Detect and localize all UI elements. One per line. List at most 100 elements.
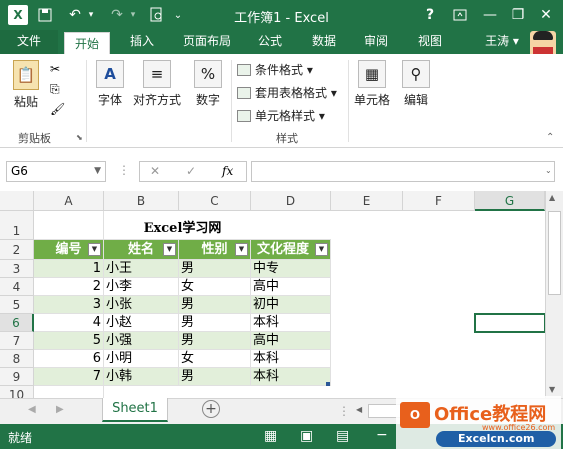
- row-header[interactable]: 6: [0, 314, 34, 332]
- tab-home[interactable]: 开始: [64, 32, 110, 55]
- table-header-cell[interactable]: 编号 ▼: [34, 240, 104, 260]
- select-all[interactable]: [0, 191, 34, 211]
- selected-cell[interactable]: [474, 313, 545, 333]
- row-header[interactable]: 3: [0, 260, 34, 278]
- table-cell[interactable]: 4: [34, 314, 104, 332]
- hscroll-left-icon[interactable]: ◀: [356, 405, 362, 414]
- normal-view-icon[interactable]: ▦: [264, 428, 277, 444]
- redo-icon[interactable]: ↷: [108, 5, 126, 25]
- table-cell[interactable]: 男: [179, 296, 251, 314]
- conditional-format-button[interactable]: 条件格式 ▾: [237, 61, 313, 78]
- table-cell[interactable]: 男: [179, 368, 251, 386]
- row-header[interactable]: 5: [0, 296, 34, 314]
- row-header[interactable]: 10: [0, 386, 34, 398]
- col-header-a[interactable]: A: [34, 191, 104, 211]
- editing-button[interactable]: ⚲ 编辑: [398, 60, 434, 108]
- filter-dropdown-icon[interactable]: ▼: [315, 243, 328, 256]
- tab-data[interactable]: 数据: [304, 30, 344, 54]
- tab-view[interactable]: 视图: [410, 30, 450, 54]
- col-header-g[interactable]: G: [475, 191, 545, 211]
- table-cell[interactable]: 2: [34, 278, 104, 296]
- row-header[interactable]: 2: [0, 240, 34, 260]
- prev-sheet-icon[interactable]: ◀: [28, 404, 36, 415]
- table-cell[interactable]: 小强: [104, 332, 179, 350]
- user-name[interactable]: 王涛 ▾: [477, 30, 527, 54]
- table-cell[interactable]: 本科: [251, 350, 331, 368]
- redo-dropdown-icon[interactable]: ▾: [128, 5, 138, 25]
- minimize-icon[interactable]: —: [480, 5, 500, 25]
- table-cell[interactable]: 初中: [251, 296, 331, 314]
- table-header-cell[interactable]: 文化程度 ▼: [251, 240, 331, 260]
- table-cell[interactable]: 小韩: [104, 368, 179, 386]
- table-cell[interactable]: 男: [179, 332, 251, 350]
- cells-button[interactable]: ▦ 单元格: [352, 60, 392, 108]
- table-cell[interactable]: 6: [34, 350, 104, 368]
- collapse-ribbon-icon[interactable]: ⌃: [546, 132, 554, 143]
- paste-button[interactable]: 📋 粘贴: [8, 60, 44, 110]
- tab-review[interactable]: 审阅: [356, 30, 396, 54]
- table-cell[interactable]: 小李: [104, 278, 179, 296]
- col-header-f[interactable]: F: [403, 191, 475, 211]
- zoom-out-icon[interactable]: −: [376, 427, 388, 443]
- restore-icon[interactable]: ❐: [508, 5, 528, 25]
- table-cell[interactable]: 5: [34, 332, 104, 350]
- table-cell[interactable]: 女: [179, 278, 251, 296]
- vertical-scrollbar[interactable]: ▲ ▼: [545, 191, 563, 398]
- cut-icon[interactable]: ✂: [50, 62, 60, 76]
- row-header[interactable]: 7: [0, 332, 34, 350]
- undo-dropdown-icon[interactable]: ▾: [86, 5, 96, 25]
- table-cell[interactable]: 小明: [104, 350, 179, 368]
- print-preview-icon[interactable]: [148, 5, 166, 25]
- cell-styles-button[interactable]: 单元格样式 ▾: [237, 107, 325, 124]
- sheet-tab-sheet1[interactable]: Sheet1: [102, 398, 168, 422]
- page-break-view-icon[interactable]: ▤: [336, 428, 349, 444]
- tab-file[interactable]: 文件: [0, 30, 58, 54]
- table-cell[interactable]: 3: [34, 296, 104, 314]
- format-painter-icon[interactable]: 🖌: [50, 102, 65, 116]
- filter-dropdown-icon[interactable]: ▼: [88, 243, 101, 256]
- table-header-cell[interactable]: 姓名 ▼: [104, 240, 179, 260]
- row-header[interactable]: 1: [0, 211, 34, 240]
- table-cell[interactable]: 男: [179, 314, 251, 332]
- table-cell[interactable]: 小王: [104, 260, 179, 278]
- close-icon[interactable]: ✕: [536, 5, 556, 25]
- clipboard-launcher-icon[interactable]: ⬊: [76, 133, 83, 142]
- worksheet-grid[interactable]: A B C D E F G 1 2 3 4 5 6 7 8 9 10 Excel…: [0, 191, 545, 398]
- col-header-d[interactable]: D: [251, 191, 331, 211]
- table-header-cell[interactable]: 性别 ▼: [179, 240, 251, 260]
- scroll-thumb[interactable]: [548, 211, 561, 295]
- table-cell[interactable]: 女: [179, 350, 251, 368]
- table-cell[interactable]: 男: [179, 260, 251, 278]
- row-header[interactable]: 9: [0, 368, 34, 386]
- table-resize-handle[interactable]: [326, 382, 330, 386]
- table-cell[interactable]: 7: [34, 368, 104, 386]
- tab-insert[interactable]: 插入: [122, 30, 162, 54]
- page-layout-view-icon[interactable]: ▣: [300, 428, 313, 444]
- chevron-down-icon[interactable]: ▼: [94, 162, 101, 181]
- scroll-down-icon[interactable]: ▼: [549, 385, 555, 394]
- tab-split-grip-icon[interactable]: ⋮: [338, 404, 350, 418]
- tab-page-layout[interactable]: 页面布局: [174, 30, 240, 54]
- table-cell[interactable]: 中专: [251, 260, 331, 278]
- filter-dropdown-icon[interactable]: ▼: [163, 243, 176, 256]
- cancel-icon[interactable]: ✕: [150, 164, 160, 178]
- format-as-table-button[interactable]: 套用表格格式 ▾: [237, 84, 337, 101]
- table-cell[interactable]: 小张: [104, 296, 179, 314]
- tab-formulas[interactable]: 公式: [250, 30, 290, 54]
- name-box[interactable]: G6 ▼: [6, 161, 106, 182]
- customize-qat-icon[interactable]: ⌄: [172, 5, 184, 25]
- scroll-up-icon[interactable]: ▲: [549, 193, 555, 202]
- ribbon-display-icon[interactable]: [450, 5, 470, 25]
- table-cell[interactable]: 小赵: [104, 314, 179, 332]
- help-icon[interactable]: ?: [420, 5, 440, 25]
- table-cell[interactable]: 本科: [251, 368, 331, 386]
- alignment-button[interactable]: ≡ 对齐方式: [132, 60, 182, 108]
- table-cell[interactable]: 高中: [251, 332, 331, 350]
- font-button[interactable]: A 字体: [92, 60, 128, 108]
- next-sheet-icon[interactable]: ▶: [56, 404, 64, 415]
- save-icon[interactable]: [36, 5, 54, 25]
- add-sheet-icon[interactable]: +: [202, 400, 220, 418]
- sheet-title[interactable]: Excel学习网: [34, 211, 331, 240]
- col-header-e[interactable]: E: [331, 191, 403, 211]
- table-cell[interactable]: 1: [34, 260, 104, 278]
